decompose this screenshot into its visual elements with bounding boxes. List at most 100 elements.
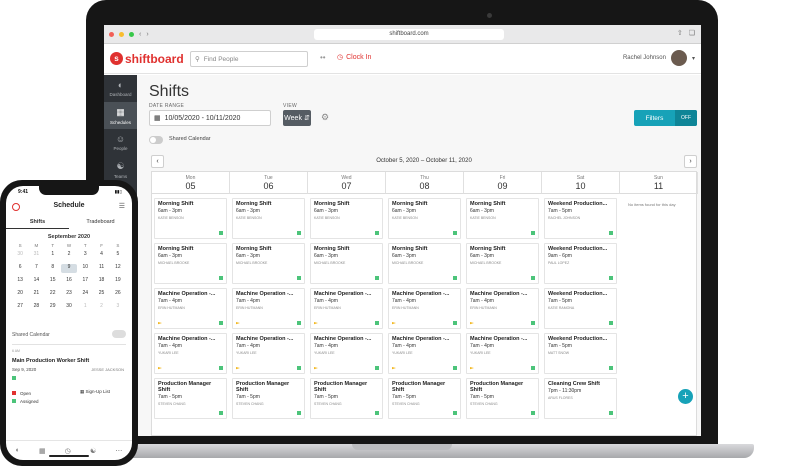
shift-card[interactable]: Machine Operation -... 7am - 4pm YUKARI LE… bbox=[310, 333, 383, 374]
filters-button[interactable]: Filters OFF bbox=[634, 110, 697, 126]
shift-card[interactable]: Machine Operation -... 7am - 4pm YUKARI LE… bbox=[232, 333, 305, 374]
more-icon[interactable]: ⋯ bbox=[115, 447, 122, 455]
calendar-day[interactable]: 21 bbox=[28, 290, 44, 299]
calendar-day[interactable]: 10 bbox=[77, 264, 93, 273]
minimize-window-icon[interactable] bbox=[119, 31, 124, 37]
shift-card[interactable]: Morning Shift 6am - 3pm MICHAEL BROOKE bbox=[388, 243, 461, 284]
calendar-day[interactable]: 22 bbox=[45, 290, 61, 299]
calendar-day[interactable]: 2 bbox=[61, 251, 77, 260]
back-icon[interactable]: ‹ bbox=[139, 31, 141, 38]
share-icon[interactable]: ⇧ bbox=[677, 29, 683, 37]
calendar-day[interactable]: 1 bbox=[45, 251, 61, 260]
calendar-day[interactable]: 24 bbox=[77, 290, 93, 299]
avatar[interactable] bbox=[670, 50, 687, 66]
calendar-day[interactable]: 8 bbox=[45, 264, 61, 273]
tabs-icon[interactable]: ❏ bbox=[689, 29, 695, 37]
shift-card[interactable]: Machine Operation -... 7am - 4pm ERIN HUTM… bbox=[154, 288, 227, 329]
filter-icon[interactable]: ☰ bbox=[119, 202, 125, 210]
shift-card[interactable]: Machine Operation -... 7am - 4pm ERIN HUTM… bbox=[310, 288, 383, 329]
calendar-day[interactable]: 1 bbox=[77, 303, 93, 312]
calendar-day[interactable]: 30 bbox=[12, 251, 28, 260]
shift-card[interactable]: Morning Shift 6am - 3pm KATIE BENSON bbox=[388, 198, 461, 239]
filters-toggle[interactable]: OFF bbox=[675, 110, 697, 126]
calendar-day[interactable]: 28 bbox=[28, 303, 44, 312]
dashboard-icon[interactable]: ◐ bbox=[16, 447, 20, 454]
calendar-day[interactable]: 19 bbox=[110, 277, 126, 286]
shift-card[interactable]: Morning Shift 6am - 3pm KATIE BENSON bbox=[232, 198, 305, 239]
calendar-day[interactable]: 9 bbox=[60, 264, 78, 273]
calendar-day[interactable]: 30 bbox=[61, 303, 77, 312]
shift-card[interactable]: Production Manager Shift 7am - 5pm STEVEN … bbox=[310, 378, 383, 419]
tab-shifts[interactable]: Shifts bbox=[6, 217, 69, 229]
sidebar-item-schedules[interactable]: ▦ Schedules bbox=[104, 102, 137, 129]
clock-icon[interactable]: ◷ bbox=[65, 447, 71, 455]
calendar-day[interactable]: 25 bbox=[93, 290, 109, 299]
shift-card[interactable]: Morning Shift 6am - 3pm MICHAEL BROOKE bbox=[310, 243, 383, 284]
shift-card[interactable]: Morning Shift 6am - 3pm MICHAEL BROOKE bbox=[232, 243, 305, 284]
shift-card[interactable]: Machine Operation -... 7am - 4pm YUKARI LE… bbox=[154, 333, 227, 374]
view-select[interactable]: Week ⇵ bbox=[283, 110, 311, 126]
signup-list[interactable]: ▦ Sign-Up List bbox=[80, 389, 110, 395]
url-bar[interactable]: shiftboard.com bbox=[314, 29, 504, 40]
shift-card[interactable]: Morning Shift 6am - 3pm KATIE BENSON bbox=[310, 198, 383, 239]
phone-shift-title[interactable]: Main Production Worker Shift bbox=[12, 358, 89, 364]
shift-card[interactable]: Production Manager Shift 7am - 5pm STEVEN … bbox=[232, 378, 305, 419]
shift-card[interactable]: Weekend Production... 7am - 5pm MATT SNOW bbox=[544, 333, 617, 374]
close-window-icon[interactable] bbox=[109, 31, 114, 37]
calendar-day[interactable]: 3 bbox=[77, 251, 93, 260]
calendar-day[interactable]: 14 bbox=[28, 277, 44, 286]
calendar-day[interactable]: 7 bbox=[28, 264, 44, 273]
shift-card[interactable]: Cleaning Crew Shift 7pm - 11:30pm ARUS FLO… bbox=[544, 378, 617, 419]
forward-icon[interactable]: › bbox=[146, 31, 148, 38]
shift-card[interactable]: Weekend Production... 7am - 5pm KATIE RAMO… bbox=[544, 288, 617, 329]
shift-card[interactable]: Machine Operation -... 7am - 4pm ERIN HUTM… bbox=[466, 288, 539, 329]
maximize-window-icon[interactable] bbox=[129, 31, 134, 37]
shift-card[interactable]: Production Manager Shift 7am - 5pm STEVEN … bbox=[154, 378, 227, 419]
shift-card[interactable]: Morning Shift 6am - 3pm KATIE BENSON bbox=[154, 198, 227, 239]
calendar-day[interactable]: 3 bbox=[110, 303, 126, 312]
shift-card[interactable]: Production Manager Shift 7am - 5pm STEVEN … bbox=[466, 378, 539, 419]
calendar-day[interactable]: 17 bbox=[77, 277, 93, 286]
calendar-day[interactable]: 23 bbox=[61, 290, 77, 299]
next-week-button[interactable]: › bbox=[684, 155, 697, 168]
calendar-icon[interactable]: ▦ bbox=[39, 447, 46, 455]
calendar-day[interactable]: 29 bbox=[45, 303, 61, 312]
shift-card[interactable]: Morning Shift 6am - 3pm MICHAEL BROOKE bbox=[154, 243, 227, 284]
calendar-day[interactable]: 26 bbox=[110, 290, 126, 299]
add-shift-button[interactable]: + bbox=[678, 389, 693, 404]
shift-card[interactable]: Weekend Production... 9am - 6pm PAUL LOPEZ bbox=[544, 243, 617, 284]
shift-card[interactable]: Production Manager Shift 7am - 5pm STEVEN … bbox=[388, 378, 461, 419]
sidebar-item-people[interactable]: ☺ People bbox=[104, 129, 137, 156]
calendar-day[interactable]: 5 bbox=[110, 251, 126, 260]
shift-card[interactable]: Machine Operation -... 7am - 4pm ERIN HUTM… bbox=[388, 288, 461, 329]
shift-card[interactable]: Machine Operation -... 7am - 4pm YUKARI LE… bbox=[466, 333, 539, 374]
date-range-picker[interactable]: ▦ 10/05/2020 - 10/11/2020 bbox=[149, 110, 271, 126]
phone-month[interactable]: September 2020 bbox=[6, 234, 132, 240]
search-input[interactable]: ⚲ Find People bbox=[190, 51, 308, 67]
calendar-day[interactable]: 16 bbox=[61, 277, 77, 286]
sidebar-item-dashboard[interactable]: ◐ Dashboard bbox=[104, 75, 137, 102]
calendar-day[interactable]: 13 bbox=[12, 277, 28, 286]
user-menu[interactable]: Rachel Johnson ▾ bbox=[623, 50, 695, 66]
calendar-day[interactable]: 12 bbox=[110, 264, 126, 273]
shift-card[interactable]: Morning Shift 6am - 3pm KATIE BENSON bbox=[466, 198, 539, 239]
calendar-day[interactable]: 20 bbox=[12, 290, 28, 299]
calendar-day[interactable]: 6 bbox=[12, 264, 28, 273]
calendar-day[interactable]: 27 bbox=[12, 303, 28, 312]
tab-tradeboard[interactable]: Tradeboard bbox=[69, 217, 132, 229]
gear-icon[interactable]: ⚙ bbox=[321, 112, 329, 123]
teams-icon[interactable]: ☯ bbox=[90, 447, 96, 455]
calendar-day[interactable]: 31 bbox=[28, 251, 44, 260]
calendar-day[interactable]: 18 bbox=[93, 277, 109, 286]
clock-in-button[interactable]: ◷ Clock In bbox=[337, 53, 371, 62]
calendar-day[interactable]: 11 bbox=[93, 264, 109, 273]
phone-shared-calendar-toggle[interactable] bbox=[112, 330, 126, 338]
shift-card[interactable]: Morning Shift 6am - 3pm MICHAEL BROOKE bbox=[466, 243, 539, 284]
shift-card[interactable]: Machine Operation -... 7am - 4pm ERIN HUTM… bbox=[232, 288, 305, 329]
shift-card[interactable]: Weekend Production... 7am - 5pm RACHEL JOH… bbox=[544, 198, 617, 239]
calendar-day[interactable]: 2 bbox=[93, 303, 109, 312]
shiftboard-logo[interactable]: s shiftboard bbox=[110, 52, 184, 66]
shift-card[interactable]: Machine Operation -... 7am - 4pm YUKARI LE… bbox=[388, 333, 461, 374]
calendar-day[interactable]: 15 bbox=[45, 277, 61, 286]
shared-calendar-toggle[interactable] bbox=[149, 136, 163, 144]
